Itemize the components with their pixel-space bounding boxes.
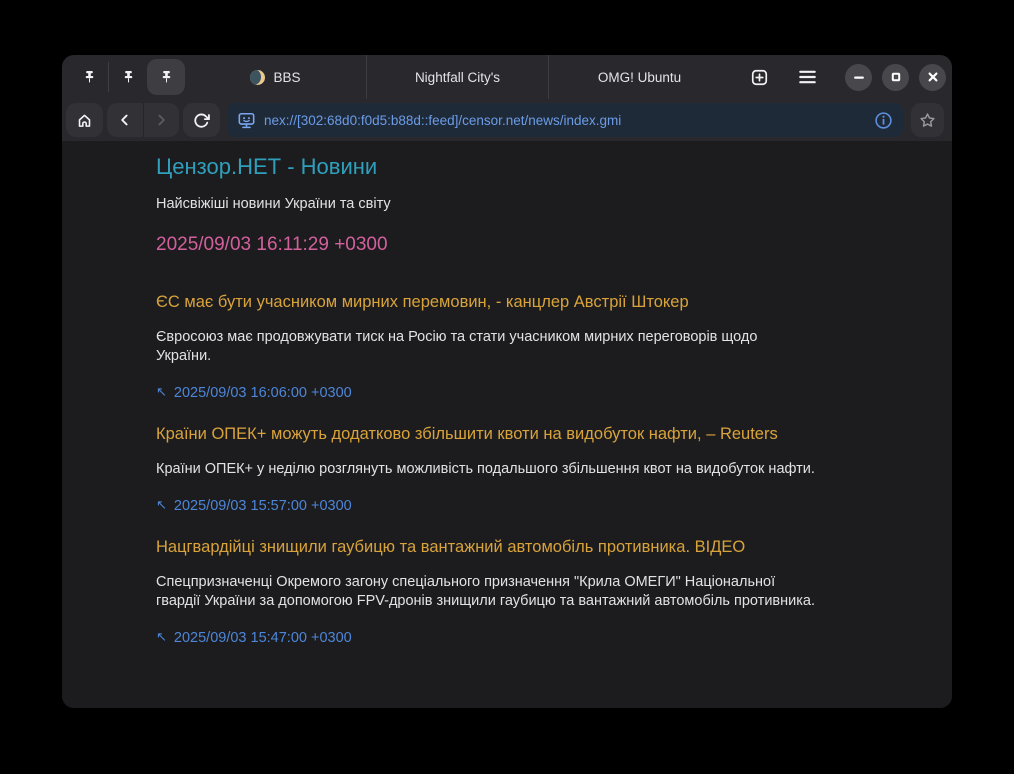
article-summary: Євросоюз має продовжувати тиск на Росію … (156, 328, 816, 366)
bookmark-button[interactable] (911, 103, 944, 137)
minimize-button[interactable] (845, 64, 872, 91)
article-heading: Країни ОПЕК+ можуть додатково збільшити … (156, 423, 884, 445)
chevron-right-icon (153, 112, 169, 128)
maximize-button[interactable] (882, 64, 909, 91)
pinned-tab-3-active[interactable] (147, 59, 185, 95)
retro-computer-icon (237, 111, 256, 130)
info-icon[interactable] (874, 111, 893, 130)
page-content: Цензор.НЕТ - Новини Найсвіжіші новини Ук… (62, 141, 952, 708)
tab-bar-controls (730, 55, 952, 99)
pin-icon (82, 70, 97, 85)
page-subtitle: Найсвіжіші новини України та світу (156, 194, 816, 214)
pin-icon (159, 70, 174, 85)
tab-label: OMG! Ubuntu (598, 70, 681, 85)
moon-icon (250, 70, 265, 85)
reload-icon (193, 112, 210, 129)
article-summary: Країни ОПЕК+ у неділю розглянуть можливі… (156, 460, 816, 479)
article-link-time: 2025/09/03 16:06:00 +0300 (174, 383, 352, 403)
tab-label: Nightfall City's (415, 70, 500, 85)
article-2: Країни ОПЕК+ можуть додатково збільшити … (156, 423, 884, 536)
tab-label: BBS (273, 70, 300, 85)
northwest-arrow-icon: ↖ (156, 496, 167, 516)
updated-timestamp: 2025/09/03 16:11:29 +0300 (156, 233, 884, 257)
article-link[interactable]: ↖ 2025/09/03 15:47:00 +0300 (156, 628, 352, 648)
plus-square-icon (750, 68, 769, 87)
northwest-arrow-icon: ↖ (156, 628, 167, 648)
tab-bar: BBS Nightfall City's OMG! Ubuntu (62, 55, 952, 99)
tab-bbs[interactable]: BBS (185, 55, 366, 99)
tab-strip: BBS Nightfall City's OMG! Ubuntu (185, 55, 730, 99)
article-link-time: 2025/09/03 15:47:00 +0300 (174, 628, 352, 648)
article-1: ЄС має бути учасником мирних перемовин, … (156, 291, 884, 423)
article-link-time: 2025/09/03 15:57:00 +0300 (174, 496, 352, 516)
reload-button[interactable] (183, 103, 220, 137)
northwest-arrow-icon: ↖ (156, 383, 167, 403)
tab-omg-ubuntu[interactable]: OMG! Ubuntu (548, 55, 730, 99)
article-link[interactable]: ↖ 2025/09/03 16:06:00 +0300 (156, 383, 352, 403)
page-title: Цензор.НЕТ - Новини (156, 153, 884, 181)
article-heading: Нацгвардійці знищили гаубицю та вантажни… (156, 536, 884, 558)
article-heading: ЄС має бути учасником мирних перемовин, … (156, 291, 884, 313)
minus-icon (851, 69, 867, 85)
back-button[interactable] (107, 103, 143, 137)
pinned-tab-1[interactable] (70, 59, 108, 95)
home-button[interactable] (66, 103, 103, 137)
close-button[interactable] (919, 64, 946, 91)
hamburger-icon (797, 67, 818, 87)
home-icon (76, 112, 93, 129)
x-icon (925, 69, 941, 85)
star-icon (919, 112, 936, 129)
tab-nightfall-citys[interactable]: Nightfall City's (366, 55, 548, 99)
url-bar[interactable]: nex://[302:68d0:f0d5:b88d::feed]/censor.… (227, 103, 903, 137)
pinned-tab-2[interactable] (109, 59, 147, 95)
article-link[interactable]: ↖ 2025/09/03 15:57:00 +0300 (156, 496, 352, 516)
url-text[interactable]: nex://[302:68d0:f0d5:b88d::feed]/censor.… (264, 113, 866, 128)
new-tab-button[interactable] (750, 68, 769, 87)
pinned-tabs (62, 55, 185, 99)
navigation-bar: nex://[302:68d0:f0d5:b88d::feed]/censor.… (62, 99, 952, 141)
pin-icon (121, 70, 136, 85)
forward-button[interactable] (144, 103, 180, 137)
history-buttons (107, 103, 179, 137)
menu-button[interactable] (797, 67, 818, 87)
square-icon (888, 69, 904, 85)
browser-window: BBS Nightfall City's OMG! Ubuntu (62, 55, 952, 708)
article-3: Нацгвардійці знищили гаубицю та вантажни… (156, 536, 884, 668)
chevron-left-icon (117, 112, 133, 128)
article-summary: Спецпризначенці Окремого загону спеціаль… (156, 573, 816, 611)
